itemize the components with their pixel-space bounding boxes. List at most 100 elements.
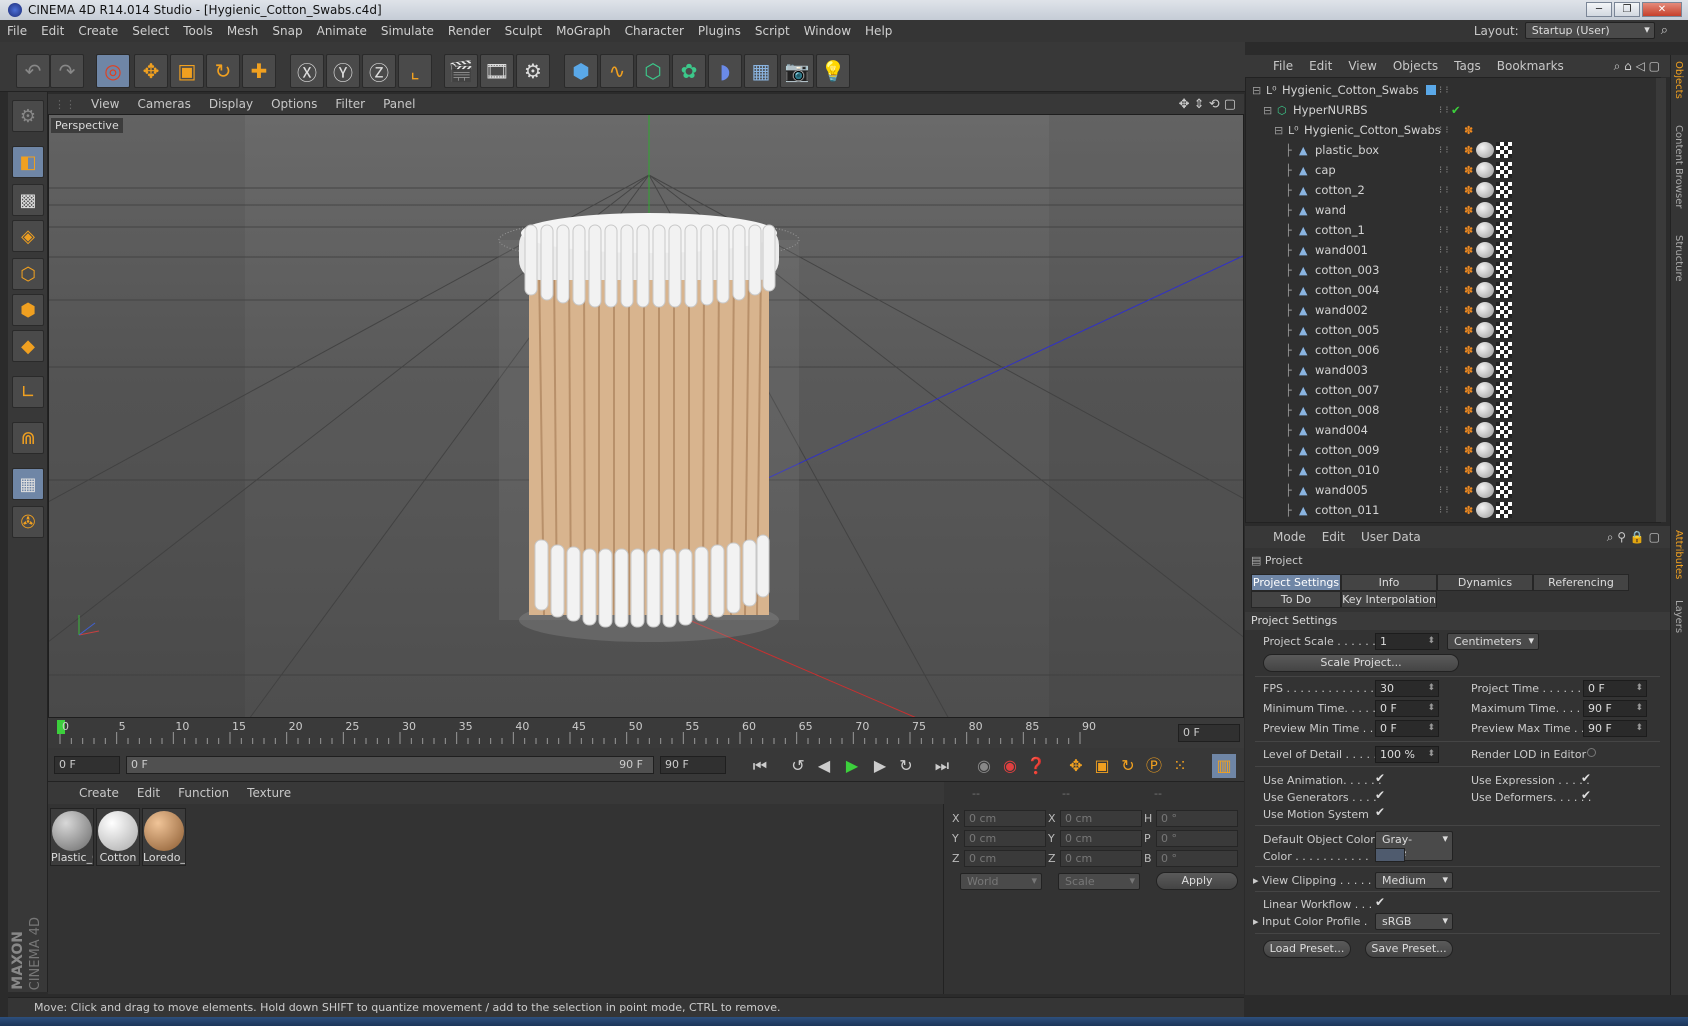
phong-tag-icon[interactable]: ✽ xyxy=(1464,264,1473,277)
visibility-dots-icon[interactable]: ⁝ ⁝ xyxy=(1439,145,1449,156)
rotate-tool-icon[interactable]: ↻ xyxy=(206,54,240,88)
scale-project-button[interactable]: Scale Project... xyxy=(1263,654,1459,672)
object-tree-row[interactable]: ├ ▲ cotton_004 ⁝ ⁝ ✽ xyxy=(1246,280,1646,300)
next-frame-icon[interactable]: ▶ xyxy=(868,754,892,778)
linear-workflow-checkbox[interactable]: ✔ xyxy=(1375,896,1387,908)
object-tree-row[interactable]: ├ ▲ cotton_008 ⁝ ⁝ ✽ xyxy=(1246,400,1646,420)
phong-tag-icon[interactable]: ✽ xyxy=(1464,404,1473,417)
phong-tag-icon[interactable]: ✽ xyxy=(1464,344,1473,357)
tab-info[interactable]: Info xyxy=(1341,574,1437,591)
preview-min-time-field[interactable]: 0 F xyxy=(1375,720,1439,737)
menu-mograph[interactable]: MoGraph xyxy=(549,24,618,38)
object-tree-row[interactable]: ⊟ L⁰ Hygienic_Cotton_Swabs ⁝ ⁝ xyxy=(1246,80,1646,100)
menu-window[interactable]: Window xyxy=(797,24,858,38)
visibility-dots-icon[interactable]: ⁝ ⁝ xyxy=(1439,205,1449,216)
visibility-dots-icon[interactable]: ⁝ ⁝ xyxy=(1439,285,1449,296)
record-parameter-icon[interactable]: Ⓟ xyxy=(1142,754,1166,778)
object-tree-row[interactable]: ├ ▲ cotton_011 ⁝ ⁝ ✽ xyxy=(1246,500,1646,520)
material-tag-icon[interactable] xyxy=(1476,382,1494,398)
maximum-time-field[interactable]: 90 F xyxy=(1583,700,1647,717)
material-loredo[interactable]: Loredo_ xyxy=(142,808,186,866)
menu-snap[interactable]: Snap xyxy=(265,24,309,38)
layer-color-icon[interactable] xyxy=(1426,85,1436,95)
tab-project-settings[interactable]: Project Settings xyxy=(1251,574,1341,591)
add-object-icon[interactable]: ✚ xyxy=(242,54,276,88)
object-tree-row[interactable]: ├ ▲ cotton_005 ⁝ ⁝ ✽ xyxy=(1246,320,1646,340)
size-y-field[interactable]: 0 cm xyxy=(1060,830,1142,847)
3d-viewport[interactable]: Perspective xyxy=(48,114,1244,718)
viewport-camera-label[interactable]: Perspective xyxy=(51,118,123,133)
uvw-tag-icon[interactable] xyxy=(1496,402,1512,418)
objects-menu-objects[interactable]: Objects xyxy=(1385,59,1446,73)
use-deformers-checkbox[interactable]: ✔ xyxy=(1581,789,1593,801)
viewport-menu-display[interactable]: Display xyxy=(200,97,262,111)
record-keys-icon[interactable]: ◉ xyxy=(972,754,996,778)
menu-render[interactable]: Render xyxy=(441,24,498,38)
uvw-tag-icon[interactable] xyxy=(1496,242,1512,258)
floor-icon[interactable]: ▦ xyxy=(744,54,778,88)
menu-edit[interactable]: Edit xyxy=(34,24,71,38)
keyframe-selection-icon[interactable]: ❓ xyxy=(1024,754,1048,778)
visibility-dots-icon[interactable]: ⁝ ⁝ xyxy=(1439,85,1449,96)
save-preset-button[interactable]: Save Preset... xyxy=(1365,940,1453,958)
visibility-dots-icon[interactable]: ⁝ ⁝ xyxy=(1439,445,1449,456)
uvw-tag-icon[interactable] xyxy=(1496,322,1512,338)
phong-tag-icon[interactable]: ✽ xyxy=(1464,464,1473,477)
material-tag-icon[interactable] xyxy=(1476,502,1494,518)
object-tree-row[interactable]: ├ ▲ wand001 ⁝ ⁝ ✽ xyxy=(1246,240,1646,260)
object-tree-row[interactable]: ⊟ L⁰ Hygienic_Cotton_Swabs ⁝ ⁝ ✽ xyxy=(1246,120,1646,140)
material-tag-icon[interactable] xyxy=(1476,182,1494,198)
phong-tag-icon[interactable]: ✽ xyxy=(1464,224,1473,237)
material-tag-icon[interactable] xyxy=(1476,442,1494,458)
material-tag-icon[interactable] xyxy=(1476,142,1494,158)
uvw-tag-icon[interactable] xyxy=(1496,222,1512,238)
input-color-profile-dropdown[interactable]: sRGB xyxy=(1375,913,1453,930)
menu-help[interactable]: Help xyxy=(858,24,899,38)
cube-primitive-icon[interactable]: ⬢ xyxy=(564,54,598,88)
phong-tag-icon[interactable]: ✽ xyxy=(1464,324,1473,337)
collapse-icon[interactable]: ⊟ xyxy=(1263,104,1272,117)
visibility-dots-icon[interactable]: ⁝ ⁝ xyxy=(1439,305,1449,316)
visibility-dots-icon[interactable]: ⁝ ⁝ xyxy=(1439,465,1449,476)
preview-max-time-field[interactable]: 90 F xyxy=(1583,720,1647,737)
visibility-dots-icon[interactable]: ⁝ ⁝ xyxy=(1439,405,1449,416)
menu-tools[interactable]: Tools xyxy=(176,24,220,38)
uvw-tag-icon[interactable] xyxy=(1496,342,1512,358)
phong-tag-icon[interactable]: ✽ xyxy=(1464,424,1473,437)
uvw-tag-icon[interactable] xyxy=(1496,282,1512,298)
position-x-field[interactable]: 0 cm xyxy=(964,810,1046,827)
object-tree-row[interactable]: ├ ▲ wand003 ⁝ ⁝ ✽ xyxy=(1246,360,1646,380)
uvw-tag-icon[interactable] xyxy=(1496,442,1512,458)
light-icon[interactable]: 💡 xyxy=(816,54,850,88)
render-lod-checkbox[interactable] xyxy=(1587,748,1596,757)
snap-magnet-icon[interactable]: ⋒ xyxy=(12,422,44,454)
object-tree-row[interactable]: ├ ▲ cotton_006 ⁝ ⁝ ✽ xyxy=(1246,340,1646,360)
visibility-dots-icon[interactable]: ⁝ ⁝ xyxy=(1439,325,1449,336)
model-mode-icon[interactable]: ◧ xyxy=(12,146,44,178)
phong-tag-icon[interactable]: ✽ xyxy=(1464,384,1473,397)
material-tag-icon[interactable] xyxy=(1476,462,1494,478)
phong-tag-icon[interactable]: ✽ xyxy=(1464,284,1473,297)
visibility-dots-icon[interactable]: ⁝ ⁝ xyxy=(1439,125,1449,136)
record-point-level-icon[interactable]: ⁙ xyxy=(1168,754,1192,778)
viewport-menu-filter[interactable]: Filter xyxy=(326,97,374,111)
soft-selection-icon[interactable]: ✇ xyxy=(12,506,44,538)
end-frame-field[interactable]: 90 F xyxy=(660,756,726,774)
material-plastic[interactable]: Plastic_C xyxy=(50,808,94,866)
material-tag-icon[interactable] xyxy=(1476,422,1494,438)
object-tree-row[interactable]: ├ ▲ cotton_010 ⁝ ⁝ ✽ xyxy=(1246,460,1646,480)
object-tree-row[interactable]: ├ ▲ cotton_1 ⁝ ⁝ ✽ xyxy=(1246,220,1646,240)
phong-tag-icon[interactable]: ✽ xyxy=(1464,164,1473,177)
menu-create[interactable]: Create xyxy=(71,24,125,38)
object-tree-row[interactable]: ├ ▲ wand ⁝ ⁝ ✽ xyxy=(1246,200,1646,220)
material-tag-icon[interactable] xyxy=(1476,242,1494,258)
tab-objects[interactable]: Objects xyxy=(1673,61,1684,99)
make-editable-icon[interactable]: ⚙ xyxy=(12,100,44,132)
visibility-dots-icon[interactable]: ⁝ ⁝ xyxy=(1439,365,1449,376)
attribute-manager-tools-icons[interactable]: ⌕ ⚲ 🔒 ▢ xyxy=(1607,530,1660,545)
go-to-end-icon[interactable]: ⏭ xyxy=(930,754,954,778)
attributes-menu-edit[interactable]: Edit xyxy=(1314,530,1353,544)
array-icon[interactable]: ✿ xyxy=(672,54,706,88)
search-icon[interactable]: ⌕ xyxy=(1661,23,1668,38)
edges-mode-icon[interactable]: ⬢ xyxy=(12,294,44,326)
